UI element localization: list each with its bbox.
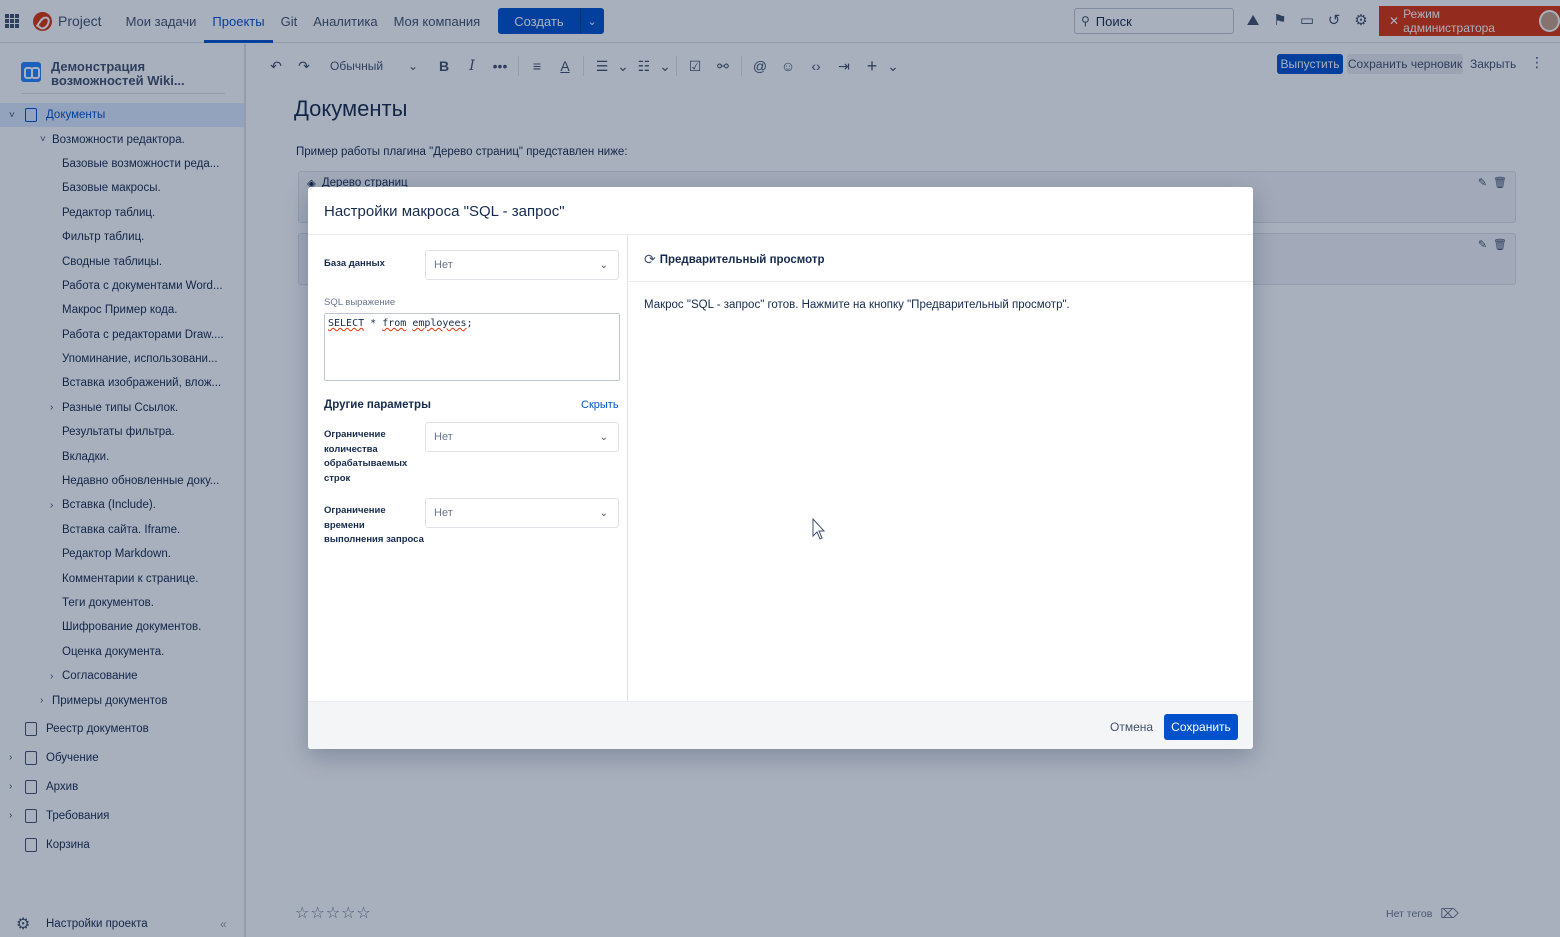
sql-expression-label: SQL выражение — [324, 297, 396, 308]
cancel-button[interactable]: Отмена — [1104, 714, 1159, 740]
refresh-icon: ⟳ — [644, 251, 656, 267]
sql-token: SELECT — [328, 318, 365, 329]
chevron-down-icon: ⌄ — [599, 259, 608, 271]
mouse-cursor-icon — [812, 518, 826, 540]
sql-token: from — [382, 318, 407, 329]
sql-token: employees — [412, 318, 467, 329]
chevron-down-icon: ⌄ — [599, 507, 608, 519]
rows-limit-select[interactable]: Нет ⌄ — [425, 422, 619, 452]
hide-params-link[interactable]: Скрыть — [581, 399, 619, 411]
time-limit-select[interactable]: Нет ⌄ — [425, 498, 619, 528]
settings-pane: База данных Нет ⌄ SQL выражение SELECT *… — [308, 235, 628, 701]
divider — [629, 281, 1253, 282]
time-limit-label: Ограничение времени выполнения запроса — [324, 505, 424, 545]
other-params-title: Другие параметры — [324, 399, 431, 411]
sql-macro-settings-dialog: Настройки макроса "SQL - запрос" База да… — [308, 187, 1253, 749]
sql-token: ; — [466, 318, 473, 329]
dialog-footer: Отмена Сохранить — [308, 701, 1253, 749]
dialog-title: Настройки макроса "SQL - запрос" — [324, 203, 565, 220]
database-label: База данных — [324, 258, 385, 269]
sql-expression-input[interactable]: SELECT * from employees; — [324, 313, 620, 381]
chevron-down-icon: ⌄ — [599, 431, 608, 443]
database-select[interactable]: Нет ⌄ — [425, 250, 619, 280]
sql-token: * — [364, 318, 383, 329]
preview-button[interactable]: ⟳ Предварительный просмотр — [644, 251, 825, 268]
preview-message: Макрос "SQL - запрос" готов. Нажмите на … — [644, 299, 1070, 311]
preview-pane: ⟳ Предварительный просмотр Макрос "SQL -… — [629, 235, 1253, 701]
save-button[interactable]: Сохранить — [1164, 714, 1238, 740]
rows-limit-label: Ограничение количества обрабатываемых ст… — [324, 429, 408, 484]
